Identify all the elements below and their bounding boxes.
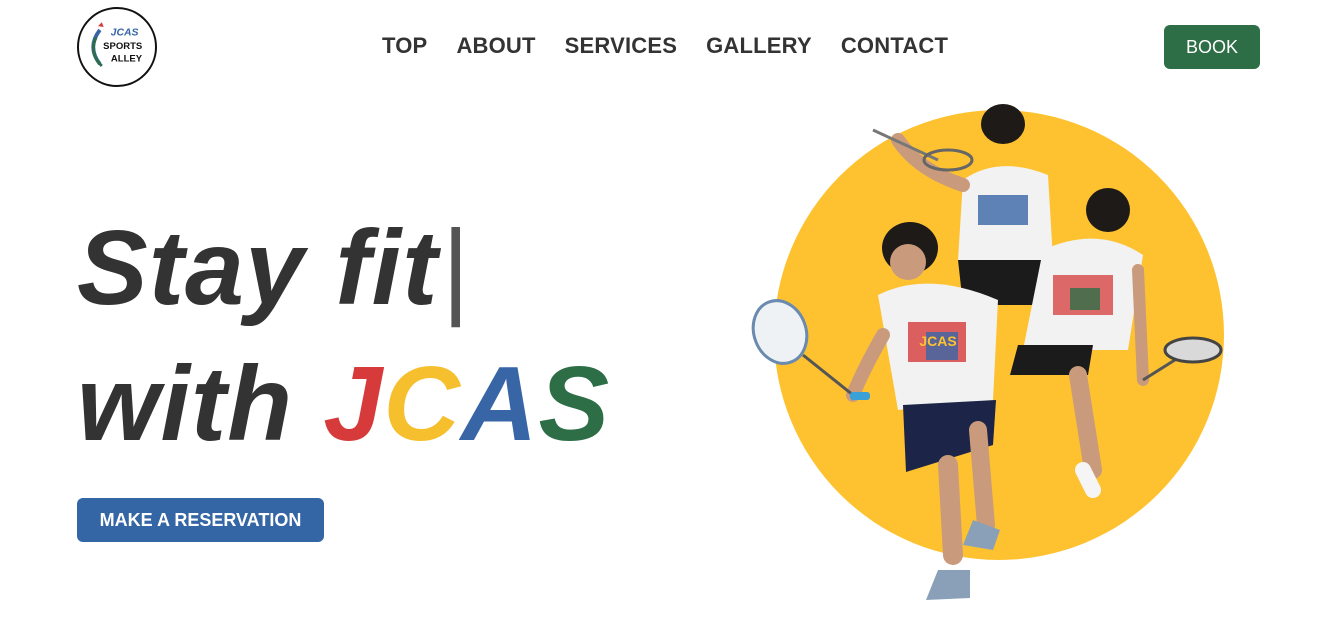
brand-letter-s: S <box>538 345 611 463</box>
typing-cursor: | <box>440 209 469 327</box>
nav-item-services[interactable]: SERVICES <box>565 33 677 59</box>
hero-line1-text: Stay fit <box>77 209 439 327</box>
logo-line2: SPORTS <box>103 41 142 52</box>
shirt-logo-text: JCAS <box>919 333 956 349</box>
brand-letter-c: C <box>383 345 461 463</box>
players-illustration: JCAS <box>751 104 1224 600</box>
hero-line-2: with JCAS <box>77 336 610 472</box>
nav-item-contact[interactable]: CONTACT <box>841 33 948 59</box>
site-header: JCAS SPORTS ALLEY TOP ABOUT SERVICES GAL… <box>0 0 1335 95</box>
main-nav: TOP ABOUT SERVICES GALLERY CONTACT <box>382 33 948 59</box>
brand-letter-j: J <box>323 345 384 463</box>
logo-graphic: JCAS SPORTS ALLEY <box>91 22 143 68</box>
brand-letter-a: A <box>460 345 539 463</box>
make-reservation-button[interactable]: MAKE A RESERVATION <box>77 498 324 542</box>
logo-line1: JCAS <box>111 28 139 39</box>
hero-line2-prefix: with <box>77 345 293 463</box>
nav-item-top[interactable]: TOP <box>382 33 427 59</box>
nav-item-about[interactable]: ABOUT <box>456 33 535 59</box>
hero-players-image: JCAS <box>748 100 1228 605</box>
book-button[interactable]: BOOK <box>1164 25 1260 69</box>
hero-heading: Stay fit| with JCAS <box>77 200 610 472</box>
jcas-sports-alley-logo[interactable]: JCAS SPORTS ALLEY <box>77 7 157 87</box>
logo-line3: ALLEY <box>111 53 143 64</box>
nav-item-gallery[interactable]: GALLERY <box>706 33 812 59</box>
hero-line-1: Stay fit| <box>77 200 610 336</box>
